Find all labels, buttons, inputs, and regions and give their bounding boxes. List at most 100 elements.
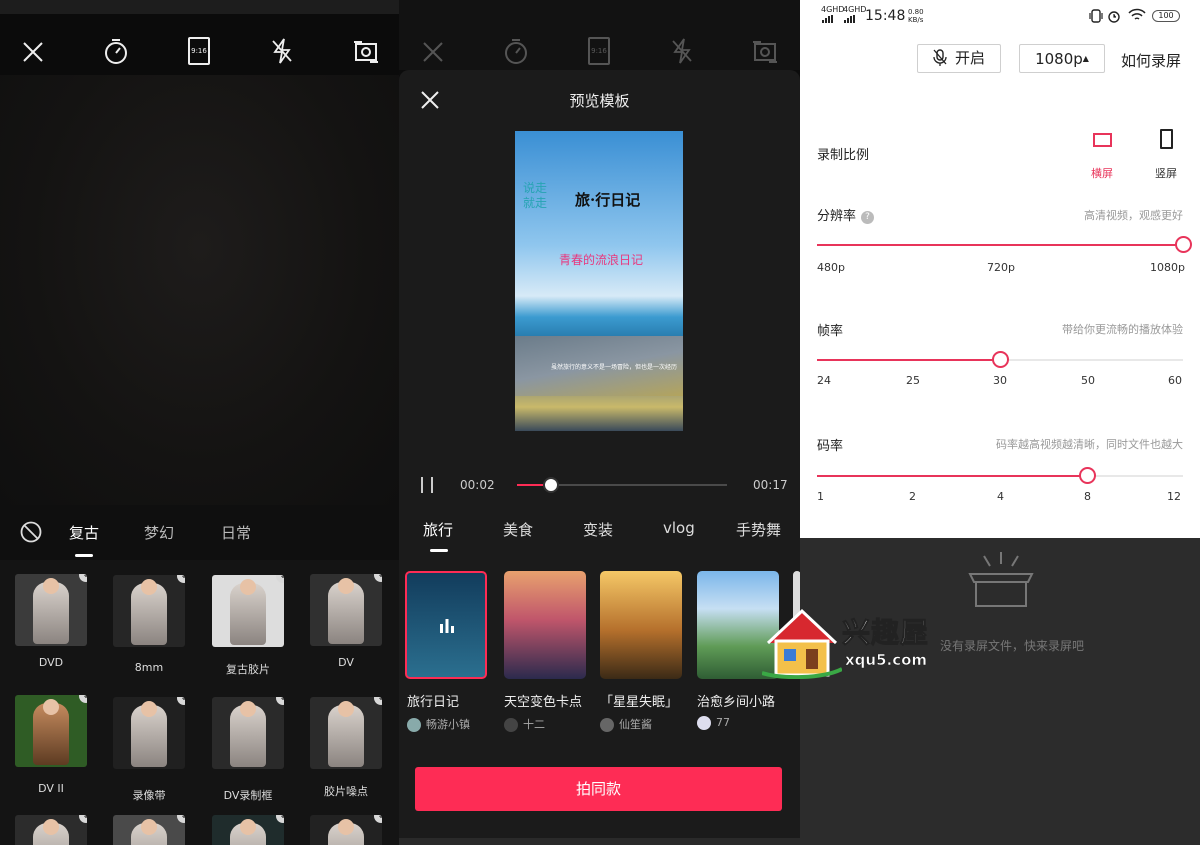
download-icon[interactable]: ↓: [79, 815, 87, 823]
resolution-dropdown[interactable]: 1080p▲: [1019, 44, 1105, 73]
download-icon[interactable]: ↓: [374, 697, 382, 705]
download-icon[interactable]: ↓: [276, 575, 284, 583]
alarm-icon: [1107, 9, 1121, 23]
tab-travel[interactable]: 旅行: [423, 519, 453, 540]
template-preview-screen: 9:16 预览模板 说走就走 旅·行日记 青春的流浪日记 虽然旅行的意义不是一场…: [399, 0, 800, 845]
flash-off-icon[interactable]: [270, 38, 294, 64]
bitrate-tick: 8: [1084, 490, 1091, 503]
flip-camera-icon: [751, 38, 779, 64]
filter-item[interactable]: ↓: [15, 815, 93, 845]
bitrate-label: 码率: [817, 439, 844, 454]
template-name: 天空变色卡点: [504, 695, 583, 710]
active-tab-indicator: [430, 549, 448, 552]
filter-item[interactable]: ↓: [212, 815, 290, 845]
bitrate-hint: 码率越高视频越清晰，同时文件也越大: [996, 438, 1183, 451]
tab-gesture-dance[interactable]: 手势舞: [736, 519, 781, 540]
template-preview-video[interactable]: 说走就走 旅·行日记 青春的流浪日记 虽然旅行的意义不是一场冒险，但也是一次经历: [515, 131, 683, 431]
frame-rate-tick: 60: [1168, 374, 1182, 387]
frame-rate-slider-knob[interactable]: [991, 351, 1009, 368]
download-icon[interactable]: ↓: [79, 695, 87, 703]
template-card[interactable]: [600, 571, 682, 679]
wifi-icon: [1128, 8, 1146, 22]
tab-daily[interactable]: 日常: [221, 522, 251, 543]
frame-rate-tick: 50: [1081, 374, 1095, 387]
template-card[interactable]: [405, 571, 487, 679]
help-icon[interactable]: ?: [861, 211, 875, 224]
filter-item[interactable]: ↓ DV II: [15, 695, 93, 795]
screen-record-settings: 4GHD 4GHD 15:48 0.80 KB/s 100 开启 1080p▲ 如…: [800, 0, 1200, 845]
template-card[interactable]: [504, 571, 586, 679]
bitrate-tick: 1: [817, 490, 824, 503]
filter-item[interactable]: ↓ DV: [310, 574, 388, 669]
pause-icon[interactable]: [419, 476, 435, 494]
tab-retro[interactable]: 复古: [69, 522, 99, 543]
template-author: 畅游小镇: [426, 718, 470, 731]
ratio-portrait-option[interactable]: 竖屏: [1149, 129, 1183, 181]
avatar: [697, 716, 711, 730]
download-icon[interactable]: ↓: [276, 697, 284, 705]
shoot-same-button[interactable]: 拍同款: [415, 767, 782, 811]
ratio-label: 录制比例: [817, 148, 870, 163]
preview-side-text: 说走就走: [523, 181, 548, 210]
filter-item[interactable]: ↓ 8mm: [113, 575, 191, 674]
download-icon[interactable]: ↓: [177, 697, 185, 705]
download-icon[interactable]: ↓: [374, 574, 382, 582]
status-bar: 4GHD 4GHD 15:48 0.80 KB/s 100: [800, 0, 1200, 30]
avatar: [407, 718, 421, 732]
filter-label: DV录制框: [223, 789, 273, 802]
template-author: 仙笙酱: [619, 718, 652, 731]
filter-item[interactable]: ↓ DVD: [15, 574, 93, 669]
filter-item[interactable]: ↓: [113, 815, 191, 845]
frame-rate-tick: 24: [817, 374, 831, 387]
mic-toggle-button[interactable]: 开启: [917, 44, 1001, 73]
aspect-ratio-icon[interactable]: 9:16: [188, 37, 210, 65]
mic-toggle-label: 开启: [954, 49, 985, 67]
bitrate-tick: 12: [1167, 490, 1181, 503]
preview-pink-text: 青春的流浪日记: [559, 253, 644, 267]
filter-thumbnail: ↓: [310, 697, 382, 769]
tab-food[interactable]: 美食: [503, 519, 533, 540]
preview-caption: 虽然旅行的意义不是一场冒险，但也是一次经历: [551, 364, 678, 371]
filter-label: 8mm: [134, 661, 164, 674]
filter-item[interactable]: ↓ DV录制框: [212, 697, 290, 803]
filter-thumbnail: ↓: [15, 574, 87, 646]
download-icon[interactable]: ↓: [177, 575, 185, 583]
tab-dreamy[interactable]: 梦幻: [144, 522, 174, 543]
download-icon[interactable]: ↓: [177, 815, 185, 823]
filter-item[interactable]: ↓ 录像带: [113, 697, 191, 803]
filter-item[interactable]: ↓: [310, 815, 388, 845]
filter-thumbnail: ↓: [212, 575, 284, 647]
filter-thumbnail: ↓: [113, 575, 185, 647]
filter-item[interactable]: ↓ 复古胶片: [212, 575, 290, 677]
how-to-record-link[interactable]: 如何录屏: [1121, 50, 1181, 71]
watermark-url: xqu5.com: [845, 651, 928, 670]
no-filter-icon[interactable]: [20, 521, 42, 543]
close-icon[interactable]: [21, 40, 45, 64]
ratio-landscape-option[interactable]: 横屏: [1085, 131, 1119, 181]
filter-label: DV: [338, 656, 354, 669]
tab-outfit[interactable]: 变装: [583, 519, 613, 540]
bitrate-tick: 2: [909, 490, 916, 503]
playing-bars-icon: [439, 617, 455, 633]
filter-label: 胶片噪点: [324, 785, 368, 798]
template-author: 十二: [523, 718, 545, 731]
filter-item[interactable]: ↓ 胶片噪点: [310, 697, 388, 799]
filter-thumbnail: ↓: [212, 697, 284, 769]
aspect-ratio-label: 9:16: [591, 47, 607, 55]
download-icon[interactable]: ↓: [374, 815, 382, 823]
status-strip: [0, 0, 399, 14]
bitrate-slider-fill: [817, 475, 1087, 477]
net-speed: 0.80 KB/s: [908, 8, 924, 24]
timer-icon[interactable]: [104, 37, 128, 65]
preview-title-text: 旅·行日记: [575, 191, 641, 209]
bitrate-slider-knob[interactable]: [1078, 467, 1096, 484]
progress-knob[interactable]: [542, 477, 559, 493]
camera-viewfinder[interactable]: [0, 75, 399, 505]
ratio-option-label: 横屏: [1091, 167, 1113, 180]
template-author: 77: [716, 716, 730, 729]
flip-camera-icon[interactable]: [352, 38, 380, 64]
download-icon[interactable]: ↓: [276, 815, 284, 823]
download-icon[interactable]: ↓: [79, 574, 87, 582]
tab-vlog[interactable]: vlog: [663, 519, 695, 537]
resolution-slider-knob[interactable]: [1174, 236, 1192, 253]
